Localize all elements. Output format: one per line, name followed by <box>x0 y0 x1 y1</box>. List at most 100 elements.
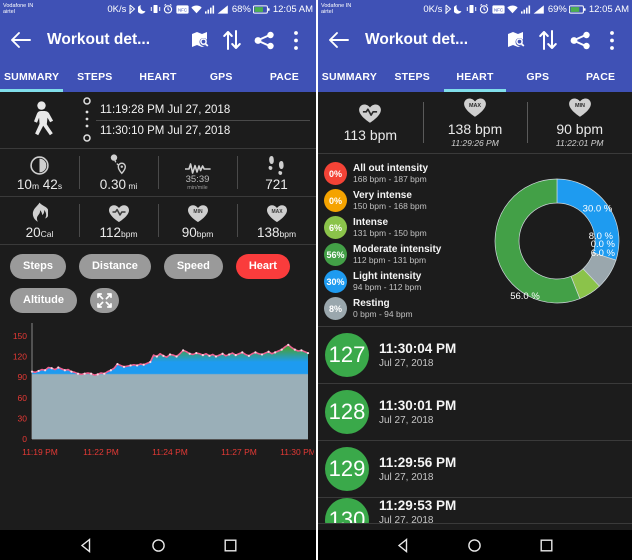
hr-min-value: 90 bpm <box>556 121 604 137</box>
nfc-icon: NFC <box>492 4 505 14</box>
tab-gps[interactable]: GPS <box>190 62 253 92</box>
stats-row-1: 10m 42s 0.30 mi 35:39 min/mile 721 <box>0 149 316 197</box>
list-item[interactable]: 130 11:29:53 PM Jul 27, 2018 <box>318 498 632 524</box>
pace-value: 35:39 <box>185 174 210 185</box>
svg-text:MIN: MIN <box>193 209 203 215</box>
zone-row: 8% Resting 0 bpm - 94 bpm <box>324 295 481 322</box>
zone-row: 6% Intense 131 bpm - 150 bpm <box>324 214 481 241</box>
overflow-menu-icon[interactable] <box>599 27 625 53</box>
end-time-label: 11:30:10 PM Jul 27, 2018 <box>96 119 310 140</box>
carrier-line-2-right: airtel <box>321 9 333 15</box>
square-recents-icon[interactable] <box>539 538 554 553</box>
tab-summary[interactable]: SUMMARY <box>0 62 64 92</box>
triangle-back-icon[interactable] <box>79 537 94 553</box>
svg-text:60: 60 <box>18 393 28 403</box>
tab-heart[interactable]: HEART <box>443 62 507 92</box>
tab-heart[interactable]: HEART <box>126 62 189 92</box>
tab-steps[interactable]: STEPS <box>63 62 126 92</box>
reading-bpm-badge: 127 <box>325 333 369 377</box>
hr-average: 113 bpm <box>318 92 423 153</box>
heart-rate-chart[interactable]: 0 30 60 90 120 150 11:19 PM 11:22 PM 11:24 PM 11… <box>0 315 316 461</box>
svg-text:NFC: NFC <box>494 7 503 12</box>
status-bar-right: Vodafone IN airtel 0K/s NFC 69% 12:05 AM <box>318 0 632 18</box>
reading-time: 11:30:04 PM <box>379 340 457 356</box>
tab-gps[interactable]: GPS <box>506 62 569 92</box>
zone-range: 150 bpm - 168 bpm <box>353 201 427 211</box>
svg-text:11:27 PM: 11:27 PM <box>221 447 257 457</box>
reading-time: 11:29:53 PM <box>379 498 457 513</box>
list-item[interactable]: 127 11:30:04 PM Jul 27, 2018 <box>318 327 632 384</box>
signal-icon-2 <box>533 4 545 14</box>
donut-slice-label: 30.0 % <box>582 204 612 215</box>
svg-text:NFC: NFC <box>178 7 187 12</box>
circle-home-icon[interactable] <box>151 538 166 553</box>
donut-slice-label: 56.0 % <box>510 291 540 302</box>
chip-speed[interactable]: Speed <box>163 254 223 279</box>
zone-name: Resting <box>353 298 390 309</box>
app-toolbar: Workout det... <box>0 18 316 62</box>
expand-arrows-icon[interactable] <box>89 288 119 313</box>
zone-percent-badge: 0% <box>324 162 347 185</box>
square-recents-icon[interactable] <box>223 538 238 553</box>
min-hr-value: 90bpm <box>181 224 214 240</box>
start-time-label: 11:19:28 PM Jul 27, 2018 <box>100 103 231 116</box>
tab-pace[interactable]: PACE <box>253 62 316 92</box>
page-title-right: Workout det... <box>365 31 469 48</box>
map-search-icon[interactable] <box>187 27 213 53</box>
triangle-back-icon[interactable] <box>396 537 411 553</box>
list-item[interactable]: 128 11:30:01 PM Jul 27, 2018 <box>318 384 632 441</box>
do-not-disturb-moon-icon <box>454 4 463 14</box>
chip-altitude[interactable]: Altitude <box>10 288 77 313</box>
hr-max-time: 11:29:26 PM <box>451 138 499 148</box>
zone-range: 94 bpm - 112 bpm <box>353 282 422 292</box>
back-arrow-icon[interactable] <box>325 27 351 53</box>
tab-summary[interactable]: SUMMARY <box>318 62 381 92</box>
carrier-line-2: airtel <box>3 9 15 15</box>
reading-date: Jul 27, 2018 <box>379 471 434 483</box>
data-rate-label: 0K/s <box>107 3 127 15</box>
sort-icon[interactable] <box>535 27 561 53</box>
heart-min-icon: MIN <box>187 202 209 223</box>
pace-unit: min/mile <box>187 185 208 191</box>
signal-icon <box>204 5 215 14</box>
share-icon[interactable] <box>567 27 593 53</box>
zone-percent-badge: 30% <box>324 270 347 293</box>
dual-screenshot: Vodafone IN airtel 0K/s NFC 68% 12:05 AM <box>0 0 632 560</box>
overflow-menu-icon[interactable] <box>283 27 309 53</box>
zone-row: 56% Moderate intensity 112 bpm - 131 bpm <box>324 241 481 268</box>
bluetooth-icon <box>129 4 136 15</box>
clock-label: 12:05 AM <box>272 3 313 15</box>
do-not-disturb-moon-icon <box>138 4 147 14</box>
hr-summary-row: 113 bpm MAX 138 bpm 11:29:26 PM MIN 90 b… <box>318 92 632 154</box>
reading-time: 11:29:56 PM <box>379 454 457 470</box>
back-arrow-icon[interactable] <box>7 27 33 53</box>
carrier-label: Vodafone IN airtel <box>3 3 53 15</box>
zone-row: 0% All out intensity 168 bpm - 187 bpm <box>324 160 481 187</box>
stat-distance: 0.30 mi <box>79 149 158 196</box>
zone-name: Intense <box>353 217 389 228</box>
tab-pace[interactable]: PACE <box>569 62 632 92</box>
route-pin-icon <box>109 153 128 175</box>
clock-label-right: 12:05 AM <box>588 3 629 15</box>
chip-steps[interactable]: Steps <box>10 254 66 279</box>
chip-distance[interactable]: Distance <box>78 254 151 279</box>
chip-heart[interactable]: Heart <box>235 254 290 279</box>
svg-text:11:22 PM: 11:22 PM <box>83 447 119 457</box>
tab-steps[interactable]: STEPS <box>381 62 444 92</box>
app-toolbar-right: Workout det... <box>318 18 632 62</box>
carrier-label-right: Vodafone IN airtel <box>321 3 371 15</box>
hr-max: MAX 138 bpm 11:29:26 PM <box>422 92 528 153</box>
share-icon[interactable] <box>251 27 277 53</box>
stats-row-2: 20Cal 112bpm MIN 90bpm MAX 138bpm <box>0 197 316 245</box>
sort-icon[interactable] <box>219 27 245 53</box>
nfc-icon: NFC <box>176 4 189 14</box>
list-item[interactable]: 129 11:29:56 PM Jul 27, 2018 <box>318 441 632 498</box>
map-search-icon[interactable] <box>503 27 529 53</box>
zone-name: Very intense <box>353 190 412 201</box>
duration-value: 10m 42s <box>16 176 63 192</box>
circle-home-icon[interactable] <box>467 538 482 553</box>
alarm-icon <box>479 4 489 14</box>
zone-row: 0% Very intense 150 bpm - 168 bpm <box>324 187 481 214</box>
intensity-donut-chart[interactable]: 30.0 % 8.0 % 0.0 % 6.0 % 56.0 % <box>481 160 632 322</box>
workout-times: 11:19:28 PM Jul 27, 2018 11:30:10 PM Jul… <box>96 101 310 140</box>
